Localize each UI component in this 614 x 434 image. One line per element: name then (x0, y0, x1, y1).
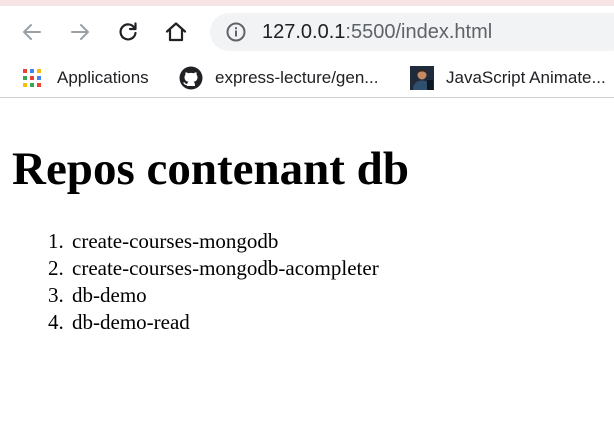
browser-toolbar: 127.0.0.1:5500/index.html (0, 6, 614, 58)
bookmark-label: express-lecture/gen... (215, 68, 379, 87)
bookmark-label: JavaScript Animate... (446, 68, 606, 87)
info-icon[interactable] (225, 21, 247, 43)
url-host: 127.0.0.1 (262, 21, 346, 43)
bookmark-label: Applications (57, 68, 149, 87)
avatar-thumbnail-icon (410, 66, 434, 90)
repo-name: db-demo (72, 283, 147, 307)
home-button[interactable] (160, 16, 192, 48)
list-number: 4. (48, 310, 64, 334)
list-number: 3. (48, 283, 64, 307)
reload-button[interactable] (112, 16, 144, 48)
apps-grid-icon (22, 68, 42, 88)
address-bar[interactable]: 127.0.0.1:5500/index.html (210, 13, 614, 51)
page-content: Repos contenant db 1. create-courses-mon… (0, 107, 614, 434)
back-button[interactable] (16, 16, 48, 48)
arrow-back-icon (23, 24, 41, 40)
bookmark-express-lecture[interactable]: express-lecture/gen... (179, 66, 378, 90)
repo-name: db-demo-read (72, 310, 190, 334)
url-text[interactable]: 127.0.0.1:5500/index.html (262, 21, 492, 43)
list-item: 1. create-courses-mongodb (48, 228, 379, 255)
browser-chrome: 127.0.0.1:5500/index.html Applications e… (0, 0, 614, 107)
repo-name: create-courses-mongodb-acompleter (72, 256, 379, 280)
bookmark-javascript-animate[interactable]: JavaScript Animate... (410, 66, 606, 90)
forward-button[interactable] (64, 16, 96, 48)
repo-list: 1. create-courses-mongodb 2. create-cour… (48, 228, 379, 336)
page-title: Repos contenant db (12, 143, 409, 195)
list-item: 2. create-courses-mongodb-acompleter (48, 255, 379, 282)
list-item: 4. db-demo-read (48, 309, 379, 336)
arrow-forward-icon (71, 24, 89, 40)
url-path: :5500/index.html (345, 21, 493, 43)
list-number: 2. (48, 256, 64, 280)
list-item: 3. db-demo (48, 282, 379, 309)
bookmark-applications[interactable]: Applications (22, 66, 149, 90)
reload-icon (119, 22, 137, 41)
repo-name: create-courses-mongodb (72, 229, 279, 253)
home-icon (165, 22, 187, 42)
github-icon (179, 66, 203, 90)
bookmarks-bar: Applications express-lecture/gen... Java… (0, 58, 614, 98)
list-number: 1. (48, 229, 64, 253)
